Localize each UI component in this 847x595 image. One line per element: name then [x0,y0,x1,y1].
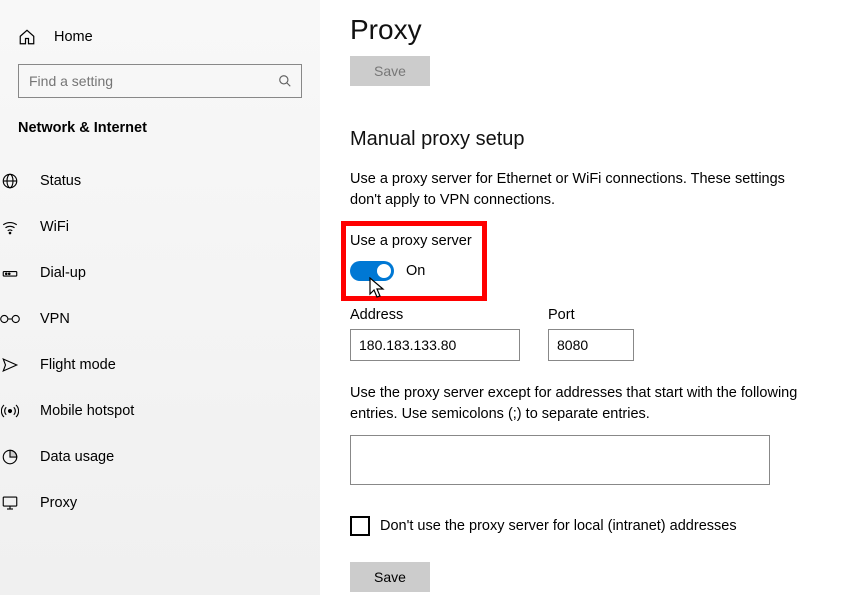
sidebar-item-wifi[interactable]: WiFi [0,204,338,250]
sidebar-item-label: Dial-up [40,265,86,281]
sidebar-item-dialup[interactable]: Dial-up [0,250,338,296]
wifi-icon [0,218,20,236]
cursor-icon [368,277,386,297]
settings-search[interactable] [18,64,302,98]
data-usage-icon [0,448,20,466]
proxy-toggle-state: On [406,263,425,279]
sidebar-item-label: Flight mode [40,357,116,373]
sidebar-item-label: Data usage [40,449,114,465]
page-title: Proxy [350,14,807,46]
sidebar-item-label: WiFi [40,219,69,235]
home-label: Home [54,29,93,45]
exceptions-input[interactable] [350,435,770,485]
section-title: Manual proxy setup [350,128,807,151]
sidebar-item-label: Proxy [40,495,77,511]
vpn-icon [0,312,20,326]
proxy-icon [0,494,20,512]
bypass-local-label: Don't use the proxy server for local (in… [380,518,737,534]
search-input[interactable] [18,64,302,98]
save-button-top[interactable]: Save [350,56,430,86]
save-button-bottom[interactable]: Save [350,562,430,592]
sidebar-item-label: VPN [40,311,70,327]
sidebar-item-proxy[interactable]: Proxy [0,480,338,526]
sidebar-item-datausage[interactable]: Data usage [0,434,338,480]
home-icon [18,28,36,46]
sidebar-item-status[interactable]: Status [0,158,338,204]
airplane-icon [0,356,20,374]
exceptions-description: Use the proxy server except for addresse… [350,383,807,425]
address-input[interactable] [350,329,520,361]
port-label: Port [548,307,634,323]
proxy-toggle[interactable] [350,261,394,281]
sidebar-item-vpn[interactable]: VPN [0,296,338,342]
sidebar-item-hotspot[interactable]: Mobile hotspot [0,388,338,434]
toggle-knob [377,264,391,278]
sidebar-item-flightmode[interactable]: Flight mode [0,342,338,388]
dialup-icon [0,264,20,282]
port-input[interactable] [548,329,634,361]
sidebar-item-label: Mobile hotspot [40,403,134,419]
bypass-local-checkbox[interactable] [350,516,370,536]
section-description: Use a proxy server for Ethernet or WiFi … [350,169,807,211]
proxy-toggle-label: Use a proxy server [350,233,807,249]
hotspot-icon [0,402,20,420]
sidebar-item-label: Status [40,173,81,189]
address-label: Address [350,307,520,323]
globe-icon [0,172,20,190]
category-header: Network & Internet [18,120,302,136]
home-nav[interactable]: Home [18,20,302,64]
search-icon [278,74,292,88]
